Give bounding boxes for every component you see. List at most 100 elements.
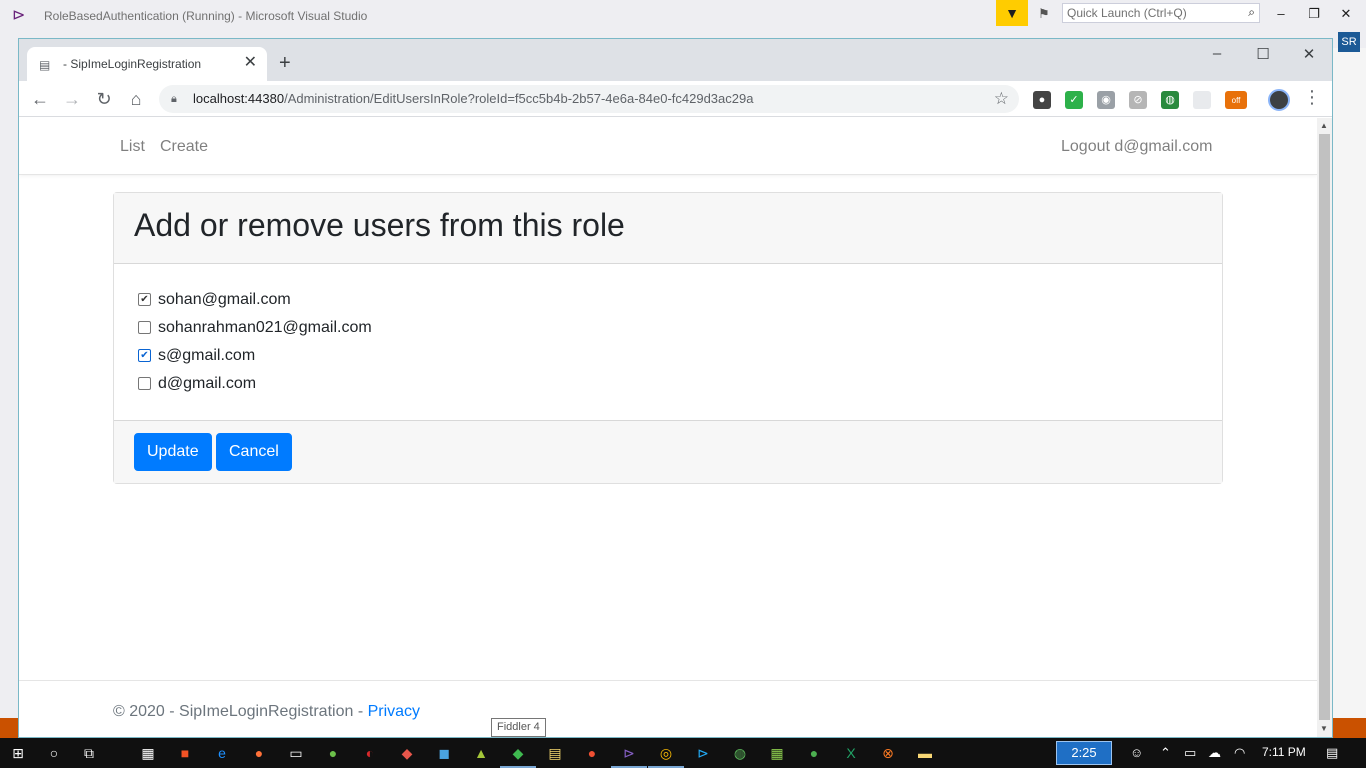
git-icon[interactable]: ● — [583, 744, 601, 762]
notifications-icon[interactable]: ▤ — [1326, 745, 1338, 761]
card-header: Add or remove users from this role — [114, 193, 1222, 264]
close-window-icon[interactable]: ✕ — [1297, 45, 1321, 63]
user-email-label[interactable]: sohan@gmail.com — [158, 289, 291, 311]
page-title: Add or remove users from this role — [134, 207, 625, 243]
globe-icon[interactable]: ◍ — [1161, 91, 1179, 109]
vs-titlebar: ⊳ RoleBasedAuthentication (Running) - Mi… — [0, 0, 1366, 32]
user-email-label[interactable]: sohanrahman021@gmail.com — [158, 317, 372, 339]
user-checkbox[interactable]: ✔ — [138, 293, 151, 306]
firefox-icon[interactable]: ● — [250, 744, 268, 762]
chrome-window: ▤ - SipImeLoginRegistration ✕ + – ☐ ✕ ← … — [18, 38, 1333, 738]
vs-left-panel — [0, 48, 18, 738]
minimize-icon[interactable]: – — [1205, 45, 1229, 62]
app-icon[interactable]: ◐ — [361, 744, 379, 762]
calculator-icon[interactable]: ▦ — [139, 744, 157, 762]
user-email-label[interactable]: d@gmail.com — [158, 373, 256, 395]
user-checkbox[interactable] — [138, 321, 151, 334]
android-icon[interactable]: ▲ — [472, 744, 490, 762]
tab-title: - SipImeLoginRegistration — [63, 57, 202, 71]
app-icon[interactable]: ◆ — [398, 744, 416, 762]
user-initials-badge[interactable]: SR — [1338, 32, 1360, 52]
vs-statusbar-right — [1333, 718, 1366, 738]
close-icon[interactable]: ✕ — [1338, 6, 1354, 22]
tab-strip: ▤ - SipImeLoginRegistration ✕ + – ☐ ✕ — [19, 39, 1332, 81]
more-menu-icon[interactable]: ⋮ — [1303, 87, 1321, 108]
page-icon: ▤ — [39, 58, 51, 72]
extension-badge: off — [1231, 96, 1241, 105]
quick-launch-placeholder: Quick Launch (Ctrl+Q) — [1067, 6, 1187, 20]
cancel-button[interactable]: Cancel — [216, 433, 292, 471]
extension-icon[interactable]: ● — [1033, 91, 1051, 109]
reload-icon[interactable]: ↻ — [92, 87, 116, 111]
nav-list-link[interactable]: List — [120, 138, 145, 156]
taskbar-clock[interactable]: 7:11 PM — [1262, 745, 1306, 759]
scroll-thumb[interactable] — [1319, 134, 1330, 720]
profile-avatar[interactable] — [1268, 89, 1290, 111]
scroll-down-icon[interactable]: ▼ — [1320, 724, 1328, 733]
extension-off-icon[interactable]: off — [1225, 91, 1247, 109]
extension-icon[interactable] — [1193, 91, 1211, 109]
user-checkbox[interactable]: ✔ — [138, 349, 151, 362]
chrome-icon[interactable]: ◎ — [657, 744, 675, 762]
minimize-icon[interactable]: – — [1273, 6, 1289, 22]
camera-icon[interactable]: ◉ — [1097, 91, 1115, 109]
vs-window-title: RoleBasedAuthentication (Running) - Micr… — [44, 9, 368, 23]
nav-create-link[interactable]: Create — [160, 138, 208, 156]
terminal-icon[interactable]: ▭ — [287, 744, 305, 762]
battery-icon[interactable]: ▭ — [1184, 745, 1196, 761]
url-text: localhost:44380/Administration/EditUsers… — [193, 91, 753, 106]
chevron-up-icon[interactable]: ⌃ — [1160, 745, 1171, 761]
update-button[interactable]: Update — [134, 433, 212, 471]
close-tab-icon[interactable]: ✕ — [244, 55, 257, 71]
address-bar[interactable]: 🔒︎ localhost:44380/Administration/EditUs… — [159, 85, 1019, 113]
xampp-icon[interactable]: ⊗ — [879, 744, 897, 762]
extension-icon[interactable]: ⊘ — [1129, 91, 1147, 109]
filter-icon[interactable]: ▼ — [996, 0, 1028, 26]
notifications-icon[interactable]: ⚑ — [1034, 4, 1054, 24]
windows-start-icon[interactable]: ⊞ — [9, 744, 27, 762]
home-icon[interactable]: ⌂ — [124, 87, 148, 111]
user-email-label[interactable]: s@gmail.com — [158, 345, 255, 367]
bookmark-star-icon[interactable]: ☆ — [994, 89, 1009, 109]
taskbar-tooltip: Fiddler 4 — [491, 718, 546, 737]
copyright-text: © 2020 - SipImeLoginRegistration - — [113, 703, 368, 720]
new-tab-icon[interactable]: + — [279, 53, 291, 73]
app-icon[interactable]: ▦ — [768, 744, 786, 762]
shield-icon[interactable]: ✓ — [1065, 91, 1083, 109]
excel-icon[interactable]: X — [842, 744, 860, 762]
box-icon[interactable]: ◼ — [435, 744, 453, 762]
scroll-up-icon[interactable]: ▲ — [1320, 121, 1328, 130]
quick-launch-input[interactable]: Quick Launch (Ctrl+Q) ⌕ — [1062, 3, 1260, 23]
mongodb-icon[interactable]: ● — [805, 744, 823, 762]
url-host: localhost:44380 — [193, 91, 285, 106]
wifi-icon[interactable]: ◠ — [1234, 745, 1245, 761]
vscode-icon[interactable]: ⊳ — [694, 744, 712, 762]
task-view-icon[interactable]: ⧉ — [80, 744, 98, 762]
lock-icon: 🔒︎ — [171, 93, 177, 105]
timer-display[interactable]: 2:25 — [1056, 741, 1112, 765]
notepad-icon[interactable]: ▤ — [546, 744, 564, 762]
logout-link[interactable]: Logout d@gmail.com — [1061, 138, 1212, 156]
maximize-icon[interactable]: ☐ — [1251, 45, 1275, 63]
back-icon[interactable]: ← — [28, 87, 52, 111]
file-explorer-icon[interactable]: ▬ — [916, 744, 934, 762]
footer-text: © 2020 - SipImeLoginRegistration - Priva… — [113, 703, 420, 721]
app-icon[interactable]: ◍ — [731, 744, 749, 762]
restore-icon[interactable]: ❐ — [1306, 6, 1322, 22]
edge-icon[interactable]: e — [213, 744, 231, 762]
search-circle-icon[interactable]: ○ — [45, 744, 63, 762]
user-checkbox[interactable] — [138, 377, 151, 390]
visual-studio-icon[interactable]: ⊳ — [620, 744, 638, 762]
fiddler-icon[interactable]: ◆ — [509, 744, 527, 762]
store-icon[interactable]: ■ — [176, 744, 194, 762]
browser-tab[interactable]: ▤ - SipImeLoginRegistration ✕ — [27, 47, 267, 81]
visual-studio-icon: ⊳ — [12, 7, 26, 24]
site-navbar: List Create Logout d@gmail.com — [19, 118, 1317, 175]
people-icon[interactable]: ☺ — [1130, 745, 1143, 760]
network-icon[interactable]: ☁ — [1208, 745, 1221, 761]
search-icon: ⌕ — [1248, 5, 1255, 19]
forward-icon[interactable]: → — [60, 87, 84, 111]
utorrent-icon[interactable]: ● — [324, 744, 342, 762]
privacy-link[interactable]: Privacy — [368, 703, 420, 720]
page-scrollbar[interactable]: ▲ ▼ — [1317, 118, 1332, 737]
